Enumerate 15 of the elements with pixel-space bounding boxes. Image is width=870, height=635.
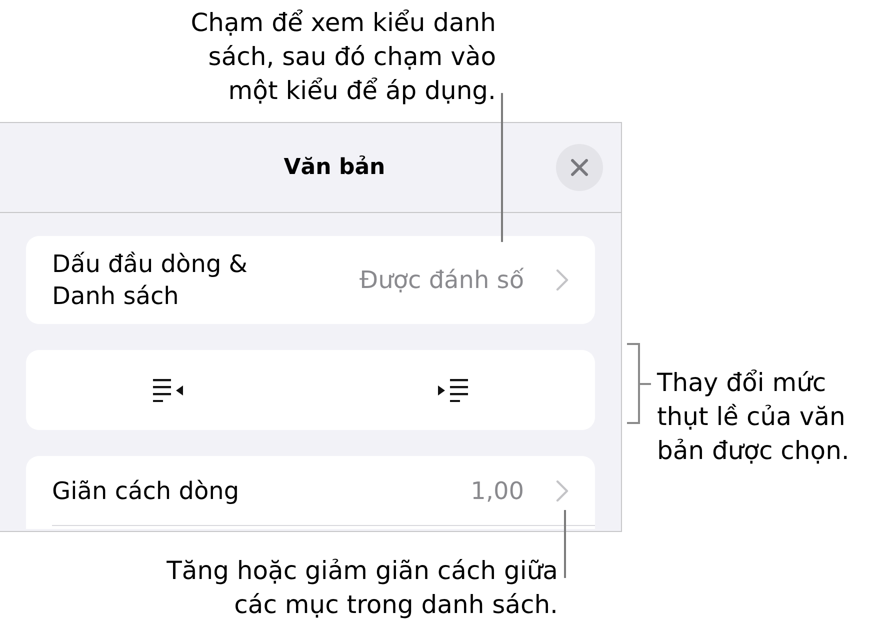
close-icon (571, 159, 588, 176)
decrease-indent-icon (153, 378, 184, 402)
callout-text: Tăng hoặc giảm giãn cách giữa các mục trong danh sách. (166, 555, 558, 621)
row-value: 1,00 (470, 476, 524, 506)
row-label[interactable]: Dấu đầu dòng & Danh sách (52, 248, 262, 312)
chevron-icon (556, 269, 569, 291)
chevron-icon (556, 480, 569, 502)
panel-title: Văn bản (284, 155, 386, 180)
callout-text: Chạm để xem kiểu danh sách, sau đó chạm vào một kiểu để áp dụng. (190, 7, 496, 107)
row-value: Được đánh số (360, 265, 524, 296)
callout-text: Thay đổi mức thụt lề của văn bản được chọn. (657, 367, 850, 467)
leader-line (564, 510, 566, 578)
increase-indent-icon (438, 378, 468, 402)
close-button[interactable] (556, 144, 603, 191)
row-label[interactable]: Giãn cách dòng (52, 474, 240, 506)
